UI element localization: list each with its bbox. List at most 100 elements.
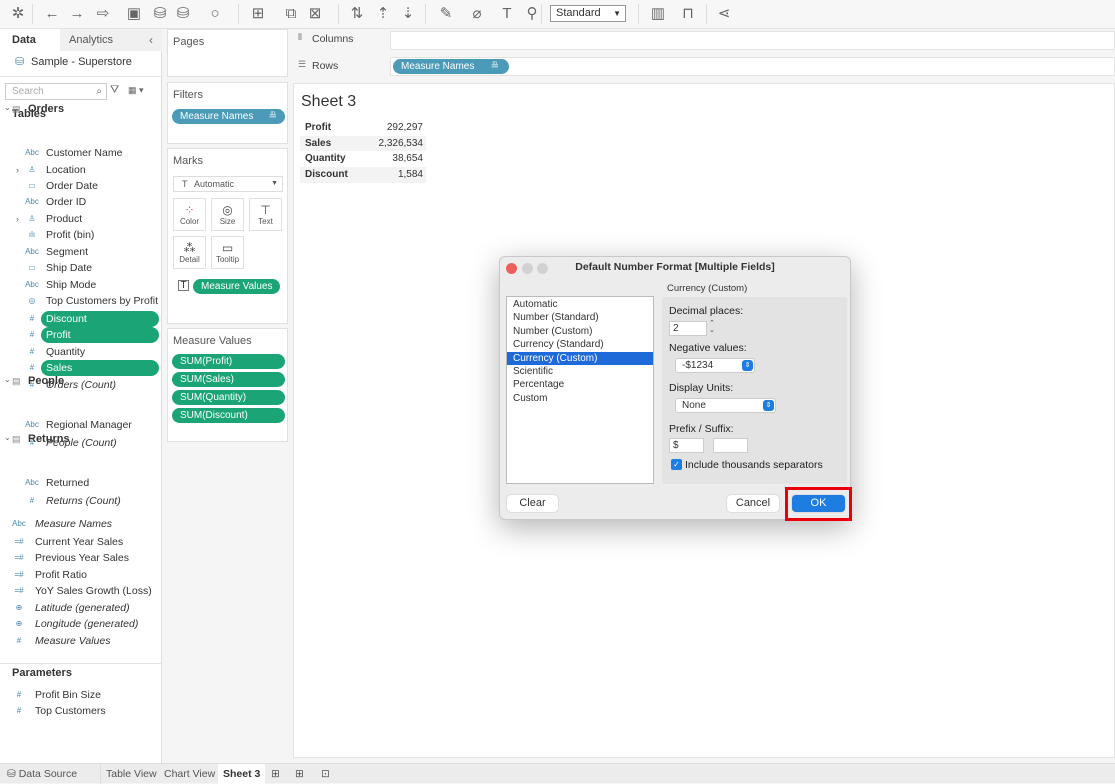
tooltip-button[interactable]: ▭ Tooltip	[211, 236, 244, 269]
field-item[interactable]: › ♙ Product	[0, 211, 160, 227]
format-option[interactable]: Currency (Custom)	[507, 351, 653, 365]
tab-table-view[interactable]: Table View	[100, 764, 162, 784]
measure-pill[interactable]: SUM(Discount)	[172, 408, 285, 423]
field-item[interactable]: # People (Count)	[0, 435, 160, 451]
field-item[interactable]: # Returns (Count)	[0, 493, 160, 509]
measure-pill[interactable]: SUM(Sales)	[172, 372, 285, 387]
field-item[interactable]: Abc Regional Manager	[0, 417, 160, 433]
table-row[interactable]: Discount 1,584	[300, 167, 426, 184]
filter-pill-measure-names[interactable]: Measure Names ≞	[172, 109, 285, 124]
display-units-select[interactable]: None ⇕	[675, 398, 776, 413]
redo-icon[interactable]: ⇨	[93, 5, 113, 23]
field-item[interactable]: ⊕ Latitude (generated)	[0, 600, 160, 616]
expand-arrow-icon[interactable]: ›	[16, 162, 19, 178]
field-item[interactable]: # Discount	[0, 311, 160, 327]
format-option[interactable]: Number (Custom)	[507, 325, 653, 338]
format-option[interactable]: Currency (Standard)	[507, 338, 653, 351]
pages-card[interactable]: Pages	[167, 29, 288, 77]
tab-sheet-3[interactable]: Sheet 3	[218, 764, 266, 784]
new-worksheet-icon[interactable]: ⊞	[248, 5, 268, 23]
thousands-separator-checkbox[interactable]: ✓	[671, 459, 682, 470]
rows-pill-measure-names[interactable]: Measure Names ≞	[393, 59, 509, 74]
format-option[interactable]: Percentage	[507, 378, 653, 391]
ok-button[interactable]: OK	[792, 495, 845, 512]
table-row[interactable]: Sales 2,326,534	[300, 135, 426, 152]
new-story-icon[interactable]: ⊡	[316, 764, 335, 784]
decimal-places-input[interactable]: 2	[669, 321, 707, 336]
cancel-button[interactable]: Cancel	[727, 495, 779, 512]
collapse-pane-icon[interactable]: ‹	[149, 33, 153, 47]
format-option[interactable]: Number (Standard)	[507, 311, 653, 324]
new-worksheet-icon[interactable]: ⊞	[266, 764, 285, 784]
prefix-input[interactable]: $	[669, 438, 704, 453]
format-list[interactable]: Automatic Number (Standard) Number (Custom…	[506, 296, 654, 484]
field-item[interactable]: ▭ Order Date	[0, 178, 160, 194]
field-item[interactable]: =# Profit Ratio	[0, 567, 160, 583]
field-item[interactable]: # Profit	[0, 327, 160, 343]
field-item[interactable]: # Top Customers	[0, 703, 160, 719]
field-item[interactable]: ◎ Top Customers by Profit	[0, 293, 160, 309]
tab-data[interactable]: Data	[0, 29, 60, 51]
swap-icon[interactable]: ⇅	[347, 5, 367, 23]
decimal-stepper[interactable]: ⌃ ⌄	[709, 320, 715, 334]
format-option[interactable]: Scientific	[507, 365, 653, 378]
field-item[interactable]: ılı Profit (bin)	[0, 227, 160, 243]
duplicate-sheet-icon[interactable]: ⧉	[281, 5, 301, 23]
fit-select[interactable]: Standard ▼	[550, 5, 626, 22]
format-option[interactable]: Automatic	[507, 298, 653, 311]
filter-icon[interactable]: ⛛	[110, 84, 119, 97]
expand-arrow-icon[interactable]: ›	[16, 211, 19, 227]
detail-button[interactable]: ⁂ Detail	[173, 236, 206, 269]
color-button[interactable]: ⁘ Color	[173, 198, 206, 231]
table-row[interactable]: Profit 292,297	[300, 120, 426, 136]
search-input[interactable]: Search ⌕	[5, 83, 107, 100]
field-item[interactable]: =# Current Year Sales	[0, 534, 160, 550]
field-item[interactable]: Abc Order ID	[0, 194, 160, 210]
back-icon[interactable]: ←	[42, 5, 62, 23]
pause-update-icon[interactable]: ⛁	[173, 5, 193, 23]
tab-chart-view[interactable]: Chart View	[159, 764, 220, 784]
field-item[interactable]: # Orders (Count)	[0, 377, 160, 393]
group-icon[interactable]: ⌀	[467, 5, 487, 23]
highlight-icon[interactable]: ✎	[436, 5, 456, 23]
show-me-icon[interactable]: ▥	[648, 5, 668, 23]
pin-icon[interactable]: ⚲	[522, 5, 542, 23]
field-item[interactable]: Abc Segment	[0, 244, 160, 260]
field-item[interactable]: # Quantity	[0, 344, 160, 360]
filters-card[interactable]: Filters Measure Names ≞	[167, 82, 288, 144]
datasource-name[interactable]: Sample - Superstore	[31, 56, 132, 68]
text-button[interactable]: ⊤ Text	[249, 198, 282, 231]
tab-analytics[interactable]: Analytics	[60, 29, 162, 51]
share-icon[interactable]: ⋖	[714, 5, 734, 23]
view-options-icon[interactable]: ▦ ▾	[128, 85, 144, 96]
size-button[interactable]: ◎ Size	[211, 198, 244, 231]
suffix-input[interactable]	[713, 438, 748, 453]
table-row[interactable]: Quantity 38,654	[300, 151, 426, 168]
sort-descending-icon[interactable]: ⇣	[398, 5, 418, 23]
field-item[interactable]: › ♙ Location	[0, 162, 160, 178]
refresh-icon[interactable]: ○	[205, 5, 225, 23]
marks-pill-measure-values[interactable]: Measure Values	[193, 279, 280, 294]
field-item[interactable]: Abc Ship Mode	[0, 277, 160, 293]
mark-type-select[interactable]: T Automatic ▼	[173, 176, 283, 192]
measure-pill[interactable]: SUM(Quantity)	[172, 390, 285, 405]
field-item[interactable]: # Profit Bin Size	[0, 687, 160, 703]
field-item[interactable]: =# Previous Year Sales	[0, 550, 160, 566]
field-item[interactable]: # Measure Values	[0, 633, 160, 649]
forward-icon[interactable]: →	[67, 5, 87, 23]
new-datasource-icon[interactable]: ⛁	[150, 5, 170, 23]
clear-button[interactable]: Clear	[507, 495, 558, 512]
measure-pill[interactable]: SUM(Profit)	[172, 354, 285, 369]
field-item[interactable]: ▭ Ship Date	[0, 260, 160, 276]
expand-chevron-icon[interactable]: ⌄	[4, 103, 11, 112]
field-item[interactable]: ⊕ Longitude (generated)	[0, 616, 160, 632]
tab-data-source[interactable]: ⛁ Data Source	[2, 764, 82, 784]
negative-values-select[interactable]: -$1234 ⇕	[675, 358, 755, 373]
field-item[interactable]: Abc Customer Name	[0, 145, 160, 161]
sort-ascending-icon[interactable]: ⇡	[373, 5, 393, 23]
new-dashboard-icon[interactable]: ⊞	[290, 764, 309, 784]
field-item[interactable]: # Sales	[0, 360, 160, 376]
field-item[interactable]: Abc Measure Names	[0, 516, 160, 532]
columns-drop-area[interactable]	[390, 31, 1115, 50]
presentation-icon[interactable]: ⊓	[678, 5, 698, 23]
